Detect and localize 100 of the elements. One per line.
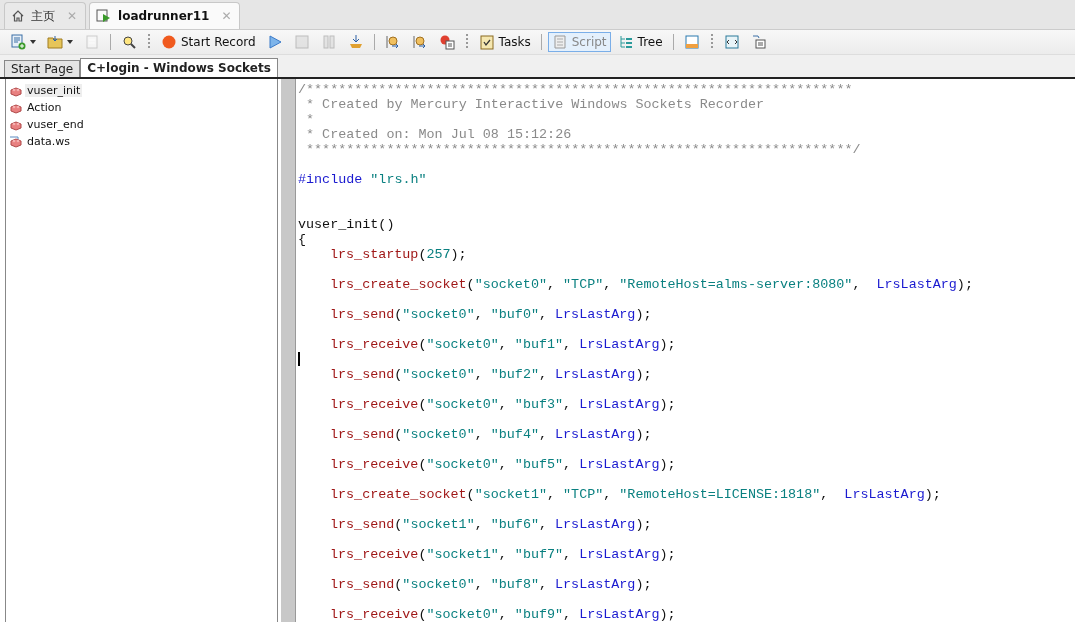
code-text: (	[394, 427, 403, 442]
code-string: "buf2"	[490, 367, 539, 382]
code-text: ,	[538, 517, 548, 532]
play-icon	[266, 34, 283, 50]
code-string: "socket0"	[402, 367, 475, 382]
code-keyword: LrsLastArg	[555, 367, 636, 382]
brick-icon	[9, 118, 23, 131]
code-string: "buf8"	[490, 577, 539, 592]
code-keyword: LrsLastArg	[876, 277, 957, 292]
code-text: ,	[603, 487, 613, 502]
code-text: ,	[603, 277, 613, 292]
code-string: "socket1"	[402, 517, 475, 532]
code-text: ,	[547, 277, 557, 292]
code-text: ,	[563, 547, 573, 562]
panel-icon	[683, 34, 700, 50]
code-text: );	[635, 427, 652, 442]
code-text: (	[394, 367, 403, 382]
code-function: lrs_send	[330, 517, 395, 532]
code-text: );	[659, 547, 676, 562]
code-text: (	[466, 487, 475, 502]
code-string: "buf3"	[514, 397, 564, 412]
code-keyword: LrsLastArg	[579, 607, 660, 622]
code-string: 257	[426, 247, 451, 262]
tree-view-button[interactable]: Tree	[613, 32, 667, 52]
document-tab[interactable]: 主页 ✕	[4, 2, 87, 29]
code-text: );	[635, 367, 652, 382]
code-text: (	[418, 607, 427, 622]
tree-icon	[617, 34, 634, 50]
code-text: ,	[820, 487, 830, 502]
code-text: ,	[563, 457, 573, 472]
code-text: );	[635, 307, 652, 322]
code-function: lrs_receive	[330, 337, 419, 352]
search-icon	[121, 34, 137, 50]
code-text: );	[659, 607, 676, 622]
code-string: "lrs.h"	[369, 172, 427, 187]
code-string: "TCP"	[563, 277, 604, 292]
code-text: );	[956, 277, 973, 292]
code-text: );	[659, 457, 676, 472]
data-file-icon	[9, 135, 23, 148]
code-comment: * Created by Mercury Interactive Windows Sockets Recorder	[305, 97, 765, 112]
code-string: "socket0"	[426, 397, 499, 412]
code-function: lrs_send	[330, 307, 395, 322]
code-function: lrs_receive	[330, 397, 419, 412]
list-icon	[750, 34, 767, 50]
code-string: "socket1"	[474, 487, 547, 502]
toolbar-grip[interactable]	[465, 34, 468, 50]
editor-tab[interactable]: Start Page	[4, 60, 81, 77]
code-keyword: LrsLastArg	[555, 517, 636, 532]
tasks-button[interactable]: Tasks	[474, 32, 535, 52]
code-text: ,	[563, 397, 573, 412]
code-keyword: LrsLastArg	[555, 427, 636, 442]
code-string: "buf1"	[514, 337, 564, 352]
code-text: );	[450, 247, 467, 262]
code-string: "buf9"	[514, 607, 564, 622]
tree-item[interactable]: data.ws	[25, 135, 72, 148]
code-function: lrs_create_socket	[330, 277, 467, 292]
code-string: "TCP"	[563, 487, 604, 502]
save-icon	[84, 34, 100, 50]
code-string: "buf7"	[514, 547, 564, 562]
code-comment: *	[305, 112, 315, 127]
code-function: lrs_receive	[330, 547, 419, 562]
code-text: ,	[852, 277, 862, 292]
editor-tab[interactable]: C+login - Windows Sockets	[80, 58, 278, 77]
code-text: ,	[474, 307, 484, 322]
code-function: lrs_send	[330, 367, 395, 382]
code-text: );	[924, 487, 941, 502]
toolbar-grip[interactable]	[710, 34, 713, 50]
code-keyword: LrsLastArg	[555, 577, 636, 592]
code-keyword: LrsLastArg	[579, 397, 660, 412]
code-text: ,	[563, 607, 573, 622]
code-text: (	[394, 517, 403, 532]
code-keyword: LrsLastArg	[579, 457, 660, 472]
code-string: "buf5"	[514, 457, 564, 472]
code-text: vuser_init()	[298, 217, 395, 232]
code-function: lrs_receive	[330, 457, 419, 472]
document-tab[interactable]: loadrunner11 ✕	[89, 2, 241, 29]
record-icon	[161, 34, 177, 50]
code-keyword: LrsLastArg	[579, 337, 660, 352]
code-text: (	[394, 577, 403, 592]
brick-icon	[9, 84, 23, 97]
code-text: {	[298, 232, 307, 247]
code-string: "buf4"	[490, 427, 539, 442]
code-text: (	[418, 547, 427, 562]
code-string: "socket0"	[402, 427, 475, 442]
tree-item[interactable]: vuser_end	[25, 118, 86, 131]
code-text: ,	[538, 307, 548, 322]
code-text: ,	[498, 337, 508, 352]
code-text: );	[659, 397, 676, 412]
code-text: (	[418, 457, 427, 472]
tree-item[interactable]: vuser_init	[25, 84, 83, 97]
code-text: ,	[498, 457, 508, 472]
code-function: lrs_create_socket	[330, 487, 467, 502]
code-keyword: LrsLastArg	[555, 307, 636, 322]
code-text: ,	[538, 367, 548, 382]
code-text: ,	[498, 607, 508, 622]
code-text: ,	[538, 577, 548, 592]
code-text: );	[635, 517, 652, 532]
tree-item[interactable]: Action	[25, 101, 64, 114]
code-text: (	[418, 247, 427, 262]
start-record-button[interactable]: Start Record	[157, 32, 260, 52]
